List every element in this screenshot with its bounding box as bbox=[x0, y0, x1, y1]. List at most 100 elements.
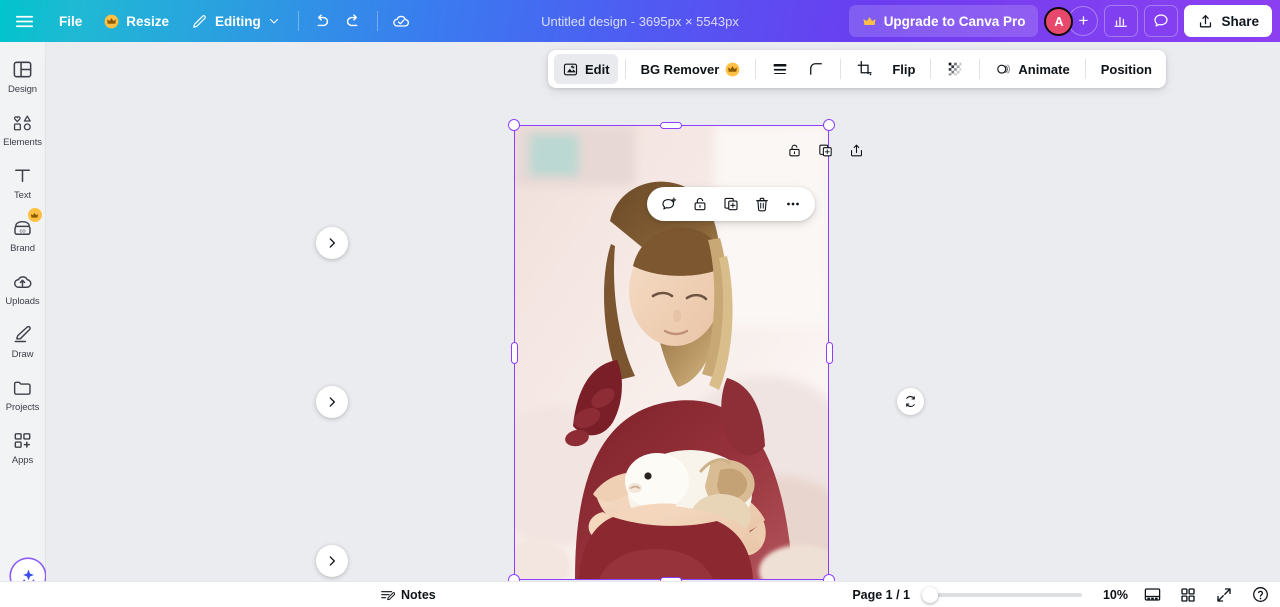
fullscreen-button[interactable] bbox=[1212, 584, 1236, 606]
chevron-right-icon bbox=[329, 238, 335, 248]
delete-icon bbox=[756, 197, 768, 212]
edit-image-button[interactable]: Edit bbox=[554, 54, 618, 84]
crown-icon bbox=[725, 62, 740, 76]
animate-button[interactable]: Animate bbox=[987, 54, 1077, 84]
elements-icon bbox=[13, 115, 31, 131]
upgrade-label: Upgrade to Canva Pro bbox=[883, 13, 1026, 29]
corner-radius-button[interactable] bbox=[799, 54, 833, 84]
toolbar-divider-2 bbox=[376, 11, 378, 31]
avatar-initial: A bbox=[1054, 13, 1064, 29]
resize-handle-bottom-right[interactable] bbox=[823, 574, 835, 581]
avatar[interactable]: A bbox=[1044, 6, 1074, 36]
sidebar-item-draw[interactable]: Draw bbox=[1, 317, 45, 365]
insights-button[interactable] bbox=[1104, 5, 1139, 37]
notes-button[interactable]: Notes bbox=[372, 584, 443, 606]
toolbar-divider bbox=[1084, 59, 1086, 79]
duplicate-page-button[interactable] bbox=[817, 142, 834, 164]
sidebar-item-brand[interactable]: co Brand bbox=[1, 208, 45, 259]
editing-mode-button[interactable]: Editing bbox=[180, 5, 291, 37]
svg-text:co: co bbox=[19, 229, 25, 235]
rotate-handle[interactable] bbox=[897, 388, 924, 415]
sidebar-item-text[interactable]: Text bbox=[1, 158, 45, 206]
fullscreen-icon bbox=[1217, 587, 1231, 602]
lock-element-button[interactable] bbox=[687, 191, 713, 217]
toolbar-divider bbox=[840, 59, 842, 79]
undo-icon bbox=[317, 13, 329, 26]
file-menu-button[interactable]: File bbox=[48, 5, 93, 37]
resize-button[interactable]: Resize bbox=[93, 5, 180, 37]
notes-icon bbox=[381, 590, 395, 600]
transparency-icon bbox=[949, 62, 962, 76]
comments-button[interactable] bbox=[1144, 5, 1179, 37]
magic-studio-next-button[interactable] bbox=[316, 227, 348, 259]
duplicate-icon bbox=[724, 197, 738, 211]
flip-label: Flip bbox=[892, 61, 916, 77]
element-float-toolbar bbox=[647, 187, 815, 221]
left-rail: Design Elements Text co Brand Uploads Dr… bbox=[0, 42, 46, 607]
crop-icon bbox=[857, 60, 872, 76]
line-weight-icon bbox=[773, 63, 787, 75]
duplicate-element-button[interactable] bbox=[718, 191, 744, 217]
resize-handle-top-left[interactable] bbox=[508, 119, 520, 131]
cloud-saved-icon bbox=[393, 15, 409, 27]
undo-button[interactable] bbox=[306, 5, 338, 37]
resize-handle-bottom-left[interactable] bbox=[508, 574, 520, 581]
more-icon bbox=[787, 202, 799, 206]
insights-icon bbox=[1114, 16, 1128, 27]
sidebar-item-label: Design bbox=[8, 84, 37, 95]
sidebar-item-elements[interactable]: Elements bbox=[1, 105, 45, 153]
design-title[interactable]: Untitled design - 3695px × 5543px bbox=[531, 10, 749, 33]
zoom-slider[interactable] bbox=[922, 586, 1082, 603]
toolbar-divider bbox=[979, 59, 981, 79]
add-page-button[interactable] bbox=[848, 142, 865, 164]
zoom-slider-track bbox=[922, 592, 1082, 597]
delete-element-button[interactable] bbox=[749, 191, 775, 217]
grid-view-icon bbox=[1181, 587, 1195, 602]
flip-button[interactable]: Flip bbox=[884, 54, 923, 84]
comment-add-button[interactable] bbox=[656, 191, 682, 217]
resize-handle-right[interactable] bbox=[826, 342, 833, 364]
object-toolbar: Edit BG Remover Flip Animate Position bbox=[548, 50, 1166, 88]
add-collaborator-label: + bbox=[1078, 11, 1089, 30]
comment-add-icon bbox=[662, 197, 677, 210]
resize-handle-top[interactable] bbox=[660, 122, 682, 129]
position-button[interactable]: Position bbox=[1093, 54, 1160, 84]
effects-next-button[interactable] bbox=[316, 545, 348, 577]
bg-remover-button[interactable]: BG Remover bbox=[633, 54, 749, 84]
bottom-bar: Notes Page 1 / 1 10% bbox=[0, 581, 1280, 607]
sidebar-item-design[interactable]: Design bbox=[1, 52, 45, 100]
grid-view-button[interactable] bbox=[1176, 584, 1200, 606]
toolbar-divider bbox=[624, 59, 626, 79]
resize-handle-left[interactable] bbox=[511, 342, 518, 364]
sidebar-item-label: Brand bbox=[10, 243, 35, 254]
sidebar-item-projects[interactable]: Projects bbox=[1, 370, 45, 418]
redo-button[interactable] bbox=[338, 5, 370, 37]
hamburger-menu-button[interactable] bbox=[8, 5, 40, 37]
chevron-right-icon bbox=[329, 556, 335, 566]
cloud-saved-button[interactable] bbox=[385, 5, 417, 37]
filters-next-button[interactable] bbox=[316, 386, 348, 418]
sidebar-item-label: Text bbox=[13, 190, 32, 201]
help-button[interactable] bbox=[1248, 584, 1272, 606]
resize-label: Resize bbox=[126, 13, 170, 29]
edit-image-label: Edit bbox=[585, 61, 610, 77]
zoom-percent-label[interactable]: 10% bbox=[1094, 588, 1128, 602]
zoom-slider-knob[interactable] bbox=[922, 586, 938, 603]
upgrade-to-pro-button[interactable]: Upgrade to Canva Pro bbox=[848, 5, 1039, 37]
toolbar-divider bbox=[297, 11, 299, 31]
share-button[interactable]: Share bbox=[1184, 5, 1272, 37]
page-view-button[interactable] bbox=[1140, 584, 1164, 606]
crop-button[interactable] bbox=[848, 54, 882, 84]
resize-handle-top-right[interactable] bbox=[823, 119, 835, 131]
sidebar-item-apps[interactable]: Apps bbox=[1, 423, 45, 471]
crown-icon bbox=[863, 16, 876, 25]
canvas-area[interactable]: Edit BG Remover Flip Animate Position bbox=[46, 42, 1280, 581]
transparency-button[interactable] bbox=[938, 54, 972, 84]
more-options-button[interactable] bbox=[780, 191, 806, 217]
line-weight-button[interactable] bbox=[763, 54, 797, 84]
sidebar-item-uploads[interactable]: Uploads bbox=[1, 264, 45, 312]
chevron-down-icon bbox=[269, 18, 278, 24]
lock-page-button[interactable] bbox=[786, 142, 803, 164]
apps-icon bbox=[14, 433, 31, 448]
page-indicator[interactable]: Page 1 / 1 bbox=[852, 588, 910, 602]
